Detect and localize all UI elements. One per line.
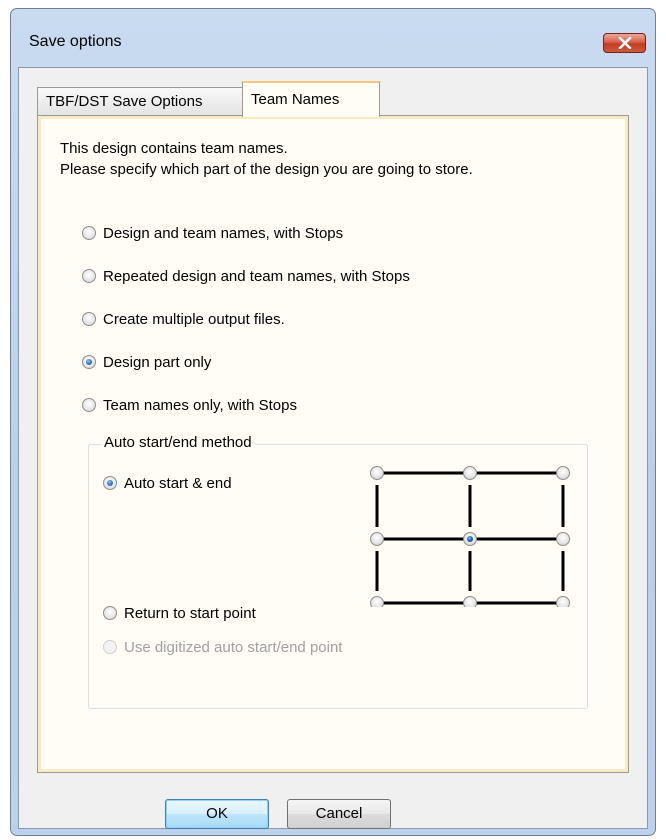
radio-label: Repeated design and team names, with Sto…	[103, 267, 410, 285]
dialog-title: Save options	[29, 33, 122, 50]
intro-text: This design contains team names. Please …	[60, 138, 473, 180]
grid-point-top-left[interactable]	[370, 466, 384, 480]
groupbox-title: Auto start/end method	[101, 434, 255, 451]
radio-button-selected[interactable]	[82, 355, 96, 369]
dialog-button-bar: OK Cancel	[19, 780, 647, 829]
radio-label: Return to start point	[124, 604, 256, 622]
intro-line-2: Please specify which part of the design …	[60, 161, 473, 178]
grid-point-top-right[interactable]	[556, 466, 570, 480]
radio-auto-start-end[interactable]: Auto start & end	[103, 473, 232, 493]
grid-point-bottom-left[interactable]	[370, 596, 384, 608]
radio-label: Team names only, with Stops	[103, 396, 297, 414]
radio-button[interactable]	[82, 226, 96, 240]
grid-point-bottom-center[interactable]	[463, 596, 477, 608]
intro-line-1: This design contains team names.	[60, 140, 288, 157]
radio-design-part-only[interactable]: Design part only	[82, 352, 211, 372]
grid-point-selected-dot	[467, 536, 473, 542]
close-button[interactable]	[603, 33, 646, 53]
grid-point-bottom-right[interactable]	[556, 596, 570, 608]
team-names-panel: This design contains team names. Please …	[37, 115, 629, 773]
tab-label: TBF/DST Save Options	[46, 93, 203, 110]
radio-button[interactable]	[82, 398, 96, 412]
start-end-point-grid	[370, 466, 570, 608]
ok-button[interactable]: OK	[165, 799, 269, 829]
radio-label: Design and team names, with Stops	[103, 224, 344, 242]
tab-tbf-dst-save-options[interactable]: TBF/DST Save Options	[37, 87, 243, 115]
radio-create-multiple-output-files[interactable]: Create multiple output files.	[82, 309, 285, 329]
cancel-button[interactable]: Cancel	[287, 799, 391, 829]
title-bar[interactable]: Save options	[11, 9, 655, 67]
radio-button[interactable]	[82, 269, 96, 283]
radio-use-digitized-auto-start-end-point: Use digitized auto start/end point	[103, 637, 342, 657]
dialog-window: Save options TBF/DST Save Options Team N…	[10, 8, 656, 836]
radio-label: Auto start & end	[124, 474, 232, 492]
auto-start-end-groupbox: Auto start/end method Auto start & end R…	[88, 434, 588, 709]
grid-point-middle-right[interactable]	[556, 532, 570, 546]
grid-point-middle-left[interactable]	[370, 532, 384, 546]
radio-button[interactable]	[103, 606, 117, 620]
radio-button-disabled	[103, 640, 117, 654]
radio-team-names-only[interactable]: Team names only, with Stops	[82, 395, 297, 415]
radio-label: Use digitized auto start/end point	[124, 638, 343, 656]
radio-button[interactable]	[82, 312, 96, 326]
close-icon	[618, 37, 632, 49]
grid-point-top-center[interactable]	[463, 466, 477, 480]
tab-team-names[interactable]: Team Names	[242, 81, 380, 117]
tab-label: Team Names	[251, 91, 340, 108]
radio-return-to-start-point[interactable]: Return to start point	[103, 603, 256, 623]
radio-button-selected[interactable]	[103, 476, 117, 490]
radio-design-and-team-names[interactable]: Design and team names, with Stops	[82, 223, 343, 243]
radio-repeated-design-and-team-names[interactable]: Repeated design and team names, with Sto…	[82, 266, 410, 286]
radio-label: Create multiple output files.	[103, 310, 285, 328]
radio-label: Design part only	[103, 353, 212, 371]
dialog-client-area: TBF/DST Save Options Team Names This des…	[18, 67, 648, 829]
